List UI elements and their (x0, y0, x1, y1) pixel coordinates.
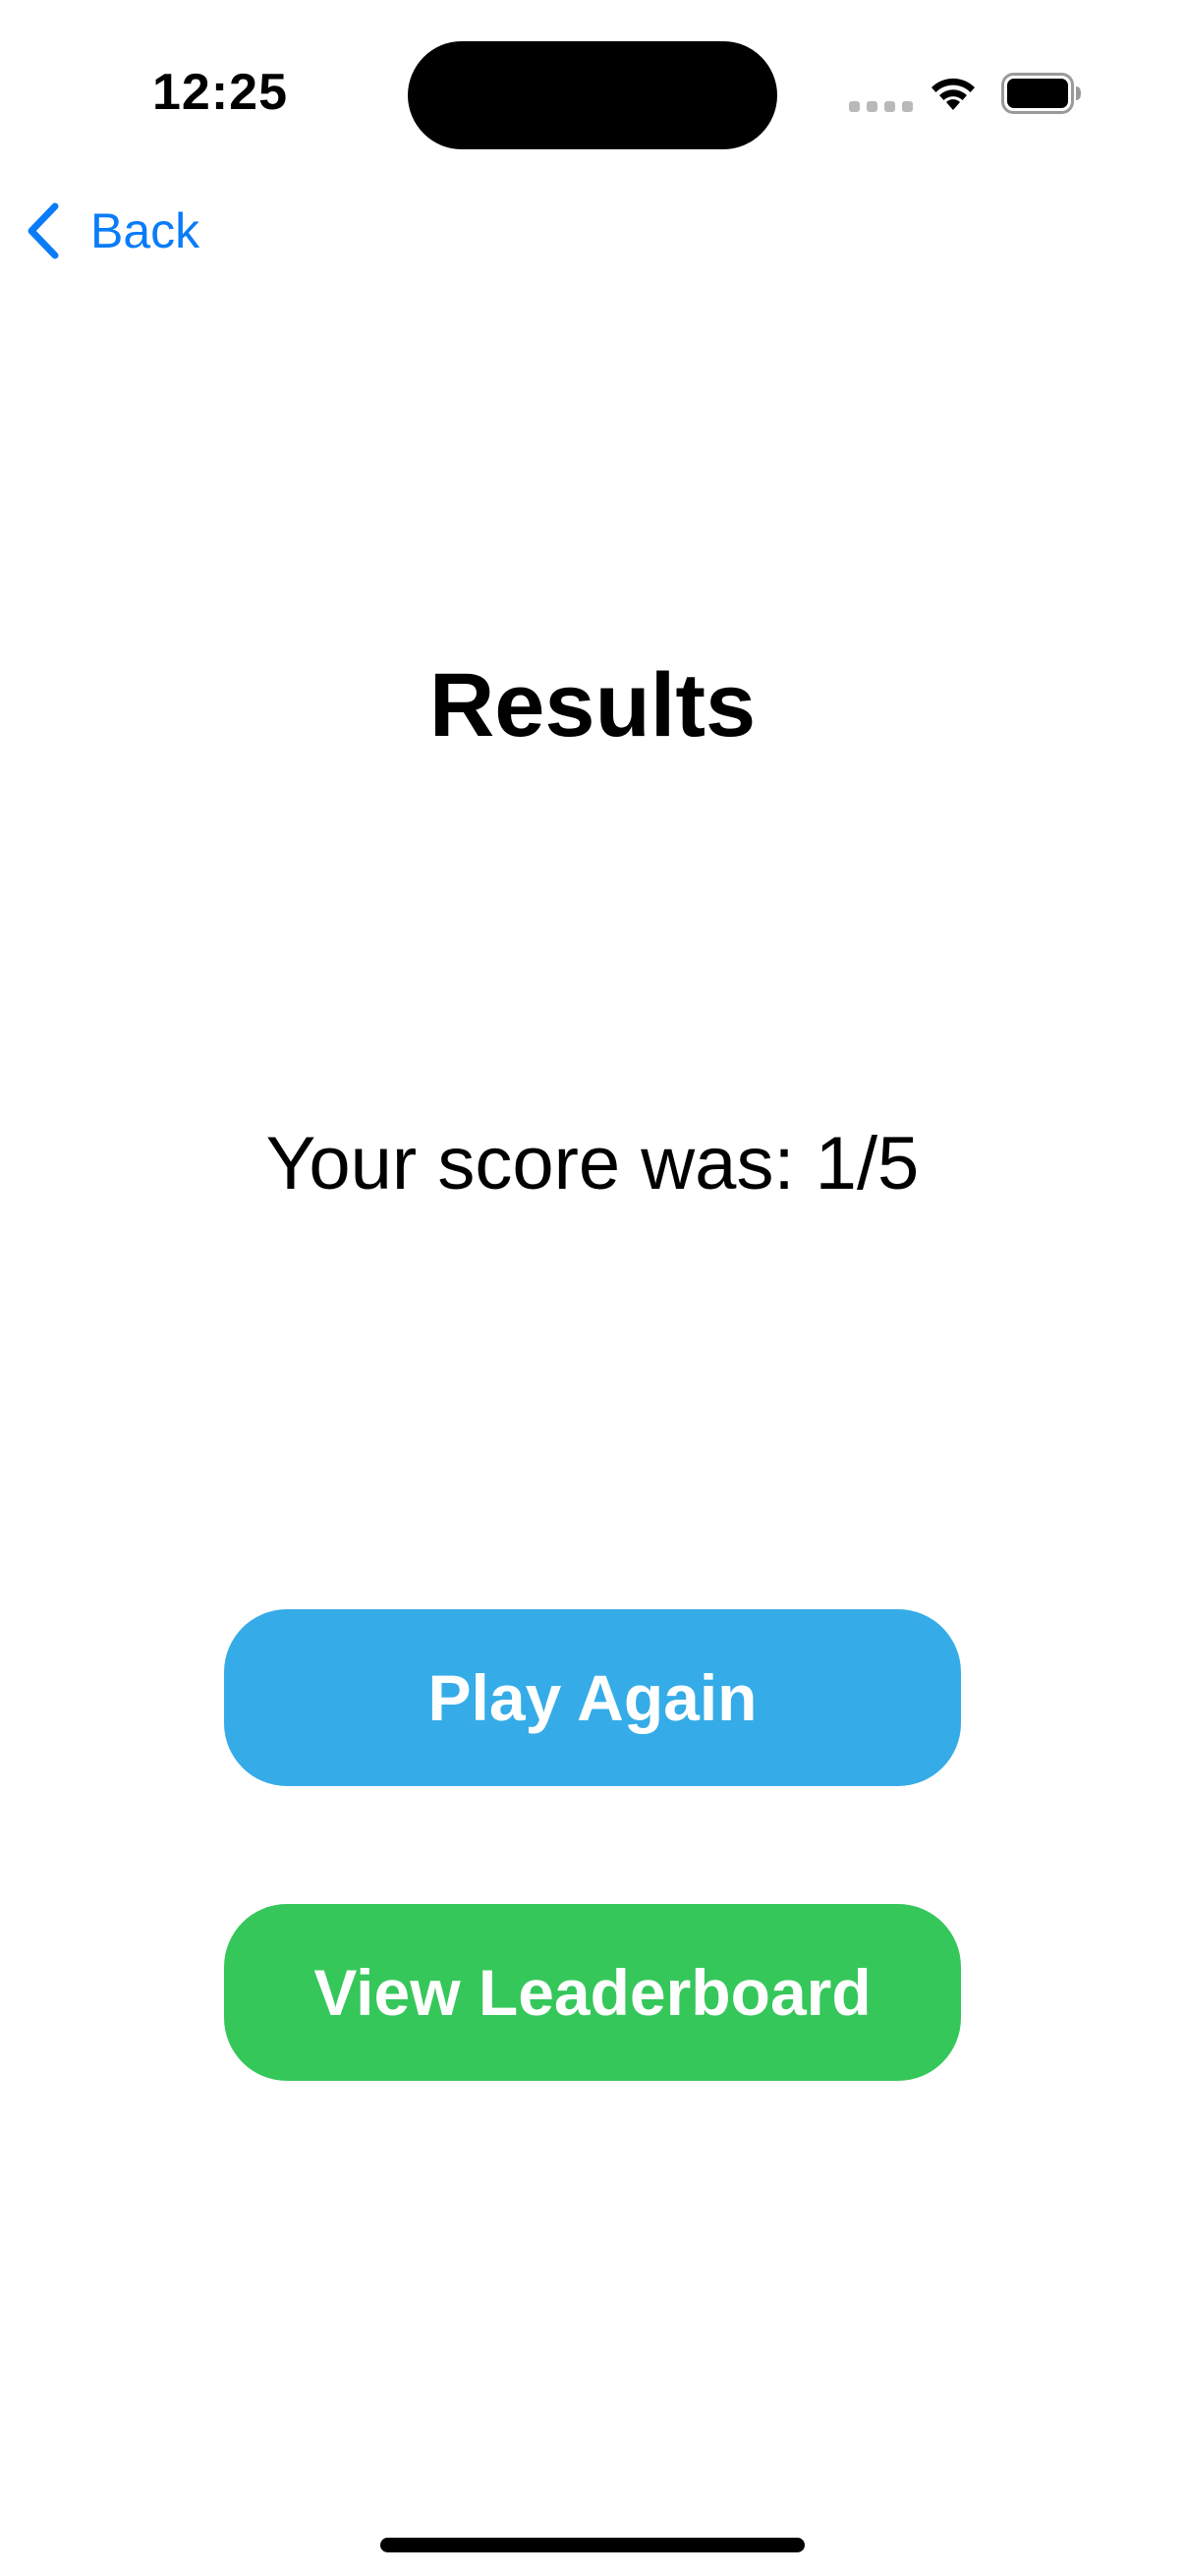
back-label: Back (90, 203, 200, 258)
page-title: Results (428, 655, 757, 756)
home-indicator (380, 2538, 805, 2552)
play-again-button[interactable]: Play Again (224, 1609, 961, 1786)
dynamic-island (408, 41, 777, 149)
battery-icon (1001, 73, 1081, 114)
results-screen: 12:25 Back Results Your score was: 1/5 P… (0, 0, 1185, 2576)
view-leaderboard-button[interactable]: View Leaderboard (224, 1904, 961, 2081)
wifi-icon (931, 78, 975, 110)
score-text: Your score was: 1/5 (265, 1122, 920, 1205)
chevron-left-icon (28, 202, 59, 259)
status-time: 12:25 (152, 64, 288, 121)
back-button[interactable]: Back (24, 196, 199, 265)
cellular-signal-icon (849, 101, 913, 112)
